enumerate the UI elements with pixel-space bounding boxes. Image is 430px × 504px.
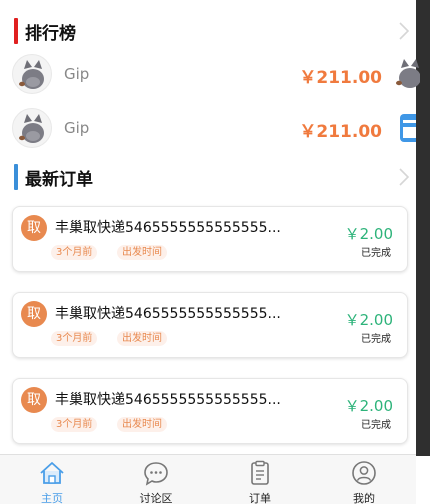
order-time-ago-tag: 3个月前 — [51, 417, 98, 432]
chevron-right-icon[interactable] — [392, 166, 414, 188]
order-type-badge: 取 — [21, 215, 47, 241]
tab-home[interactable]: 主页 — [0, 455, 104, 504]
tab-home-label: 主页 — [41, 492, 63, 504]
home-icon — [40, 462, 64, 484]
order-time-ago-tag: 3个月前 — [51, 245, 98, 260]
tab-me[interactable]: 我的 — [312, 455, 416, 504]
order-status: 已完成 — [361, 334, 391, 345]
cat-avatar-icon — [12, 108, 52, 148]
order-card[interactable]: 取 丰巢取快递5465555555555555... 3个月前 出发时间 ￥2.… — [12, 378, 408, 444]
ranking-accent-bar — [14, 18, 18, 44]
ranking-name: Gip — [64, 119, 90, 137]
order-card[interactable]: 取 丰巢取快递5465555555555555... 3个月前 出发时间 ￥2.… — [12, 292, 408, 358]
tab-discussion[interactable]: 讨论区 — [104, 455, 208, 504]
order-price: ￥2.00 — [344, 397, 393, 415]
cat-avatar-icon — [12, 54, 52, 94]
tab-orders[interactable]: 订单 — [208, 455, 312, 504]
ranking-amount: ￥211.00 — [299, 122, 382, 142]
ranking-name: Gip — [64, 65, 90, 83]
store-icon[interactable] — [400, 108, 416, 148]
ranking-row[interactable]: Gip ￥211.00 — [0, 108, 416, 152]
cat-avatar-icon — [390, 54, 420, 94]
orders-title: 最新订单 — [25, 169, 93, 190]
chat-icon — [144, 462, 168, 486]
bottom-tab-bar: 主页 讨论区 订单 我的 — [0, 454, 416, 504]
ranking-amount: ￥211.00 — [299, 68, 382, 88]
order-title: 丰巢取快递5465555555555555... — [55, 220, 281, 236]
ranking-header[interactable]: 排行榜 — [14, 16, 414, 46]
user-icon — [352, 461, 376, 485]
clipboard-icon — [251, 460, 269, 485]
order-price: ￥2.00 — [344, 225, 393, 243]
order-time-label-tag: 出发时间 — [117, 331, 167, 346]
order-title: 丰巢取快递5465555555555555... — [55, 306, 281, 322]
ranking-row[interactable]: Gip ￥211.00 — [0, 54, 420, 98]
order-time-label-tag: 出发时间 — [117, 417, 167, 432]
orders-header[interactable]: 最新订单 — [14, 162, 414, 192]
order-title: 丰巢取快递5465555555555555... — [55, 392, 281, 408]
order-status: 已完成 — [361, 420, 391, 431]
order-type-badge: 取 — [21, 387, 47, 413]
chevron-right-icon[interactable] — [392, 20, 414, 42]
orders-accent-bar — [14, 164, 18, 190]
order-time-ago-tag: 3个月前 — [51, 331, 98, 346]
order-price: ￥2.00 — [344, 311, 393, 329]
order-card[interactable]: 取 丰巢取快递5465555555555555... 3个月前 出发时间 ￥2.… — [12, 206, 408, 272]
order-status: 已完成 — [361, 248, 391, 259]
order-time-label-tag: 出发时间 — [117, 245, 167, 260]
ranking-title: 排行榜 — [25, 23, 76, 44]
tab-orders-label: 订单 — [249, 492, 271, 504]
tab-me-label: 我的 — [353, 492, 375, 504]
order-type-badge: 取 — [21, 301, 47, 327]
tab-discussion-label: 讨论区 — [139, 492, 173, 504]
